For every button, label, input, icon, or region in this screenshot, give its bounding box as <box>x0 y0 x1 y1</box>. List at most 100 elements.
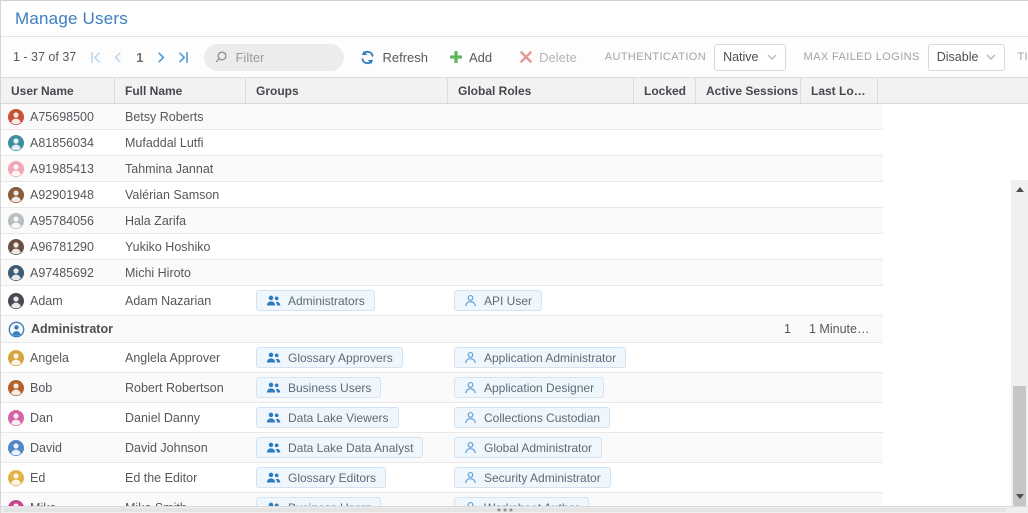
group-badge[interactable]: Business Users <box>256 497 381 506</box>
cell-active-sessions <box>696 433 801 462</box>
badge-label: Business Users <box>288 381 371 395</box>
cell-active-sessions <box>696 260 801 285</box>
manage-users-window: Manage Users 1 - 37 of 37 1 <box>0 0 1028 513</box>
vertical-scrollbar[interactable] <box>1011 180 1028 506</box>
cell-full-name: Ed the Editor <box>115 463 246 492</box>
prev-page-button[interactable] <box>111 51 124 64</box>
cell-active-sessions <box>696 403 801 432</box>
role-person-icon <box>464 471 477 484</box>
role-person-icon <box>464 351 477 364</box>
filter-input[interactable] <box>235 50 335 65</box>
group-badge[interactable]: Business Users <box>256 377 381 398</box>
table-row[interactable]: Administrator11 Minute… <box>1 316 883 343</box>
table-row[interactable]: BobRobert RobertsonBusiness UsersApplica… <box>1 373 883 403</box>
full-name-text: Betsy Roberts <box>125 110 204 124</box>
users-grid: User Name Full Name Groups Global Roles … <box>1 77 1028 513</box>
user-name-text: A91985413 <box>30 162 94 176</box>
group-badge[interactable]: Data Lake Viewers <box>256 407 399 428</box>
column-header-global-roles[interactable]: Global Roles <box>448 78 634 103</box>
column-header-full-name[interactable]: Full Name <box>115 78 246 103</box>
authentication-select[interactable]: Native <box>714 44 785 71</box>
table-row[interactable]: Adam Adam Nazarian Administrators API User <box>1 286 883 316</box>
column-header-active-sessions[interactable]: Active Sessions <box>696 78 801 103</box>
max-failed-logins-select[interactable]: Disable <box>928 44 1006 71</box>
delete-button[interactable]: Delete <box>520 50 577 65</box>
cell-groups <box>246 182 448 207</box>
column-header-last-login[interactable]: Last Lo… <box>801 78 878 103</box>
user-name-text: Adam <box>30 294 63 308</box>
column-header-user-name[interactable]: User Name <box>1 78 115 103</box>
full-name-text: Daniel Danny <box>125 411 200 425</box>
cell-user-name: Administrator <box>1 316 115 342</box>
cell-global-roles <box>448 156 634 181</box>
badge-label: API User <box>484 294 532 308</box>
last-page-button[interactable] <box>177 51 190 64</box>
group-badge[interactable]: Glossary Editors <box>256 467 386 488</box>
scroll-down-button[interactable] <box>1011 489 1028 504</box>
next-page-button[interactable] <box>155 51 168 64</box>
horizontal-scrollbar[interactable] <box>1 506 1028 513</box>
user-name-text: A75698500 <box>30 110 94 124</box>
table-row[interactable]: A75698500 Betsy Roberts <box>1 104 883 130</box>
column-header-filler <box>878 78 1028 103</box>
cell-last-login <box>801 182 878 207</box>
role-badge[interactable]: Collections Custodian <box>454 407 610 428</box>
cell-last-login <box>801 433 878 462</box>
cell-user-name: A91985413 <box>1 156 115 181</box>
full-name-text: Valérian Samson <box>125 188 219 202</box>
user-name-text: Angela <box>30 351 69 365</box>
role-badge[interactable]: Security Administrator <box>454 467 611 488</box>
woman-dark-hair-avatar <box>8 239 24 255</box>
table-row[interactable]: EdEd the Editor Glossary Editors Security … <box>1 463 883 493</box>
table-row[interactable]: A96781290Yukiko Hoshiko <box>1 234 883 260</box>
group-badge[interactable]: Data Lake Data Analyst <box>256 437 423 458</box>
role-badge[interactable]: Global Administrator <box>454 437 602 458</box>
table-row[interactable]: MikeMike SmithBusiness UsersWorksheet Au… <box>1 493 883 506</box>
table-row[interactable]: A97485692Michi Hiroto <box>1 260 883 286</box>
table-row[interactable]: A91985413Tahmina Jannat <box>1 156 883 182</box>
table-row[interactable]: DavidDavid JohnsonData Lake Data Analyst… <box>1 433 883 463</box>
cell-locked <box>634 373 696 402</box>
role-person-icon <box>464 381 477 394</box>
add-button[interactable]: Add <box>450 50 492 65</box>
full-name-text: Anglela Approver <box>125 351 220 365</box>
full-name-text: Yukiko Hoshiko <box>125 240 210 254</box>
role-badge[interactable]: Worksheet Author <box>454 497 589 506</box>
last-page-icon <box>177 51 190 64</box>
plus-icon <box>450 51 462 63</box>
scroll-up-button[interactable] <box>1011 182 1028 197</box>
cell-global-roles: Collections Custodian <box>448 403 634 432</box>
toolbar: 1 - 37 of 37 1 <box>1 37 1028 77</box>
badge-label: Application Designer <box>484 381 594 395</box>
cell-groups: Data Lake Data Analyst <box>246 433 448 462</box>
cell-last-login <box>801 208 878 233</box>
badge-label: Global Administrator <box>484 441 592 455</box>
grid-body: A75698500 Betsy Roberts A81856034Mufaddal … <box>1 104 1011 506</box>
boy-avatar <box>8 440 24 456</box>
role-badge[interactable]: Application Administrator <box>454 347 626 368</box>
group-badge[interactable]: Glossary Approvers <box>256 347 403 368</box>
table-row[interactable]: Angela Anglela Approver Glossary Approvers… <box>1 343 883 373</box>
table-row[interactable]: A92901948Valérian Samson <box>1 182 883 208</box>
cell-active-sessions <box>696 286 801 315</box>
cell-full-name: Yukiko Hoshiko <box>115 234 246 259</box>
first-page-button[interactable] <box>89 51 102 64</box>
column-header-locked[interactable]: Locked <box>634 78 696 103</box>
cell-user-name: Adam <box>1 286 115 315</box>
group-badge[interactable]: Administrators <box>256 290 375 311</box>
user-name-text: David <box>30 441 62 455</box>
cell-full-name <box>115 316 246 342</box>
refresh-button[interactable]: Refresh <box>360 50 428 65</box>
refresh-icon <box>360 50 375 65</box>
cell-full-name: Adam Nazarian <box>115 286 246 315</box>
table-row[interactable]: A95784056Hala Zarifa <box>1 208 883 234</box>
role-badge[interactable]: Application Designer <box>454 377 604 398</box>
table-row[interactable]: DanDaniel DannyData Lake ViewersCollecti… <box>1 403 883 433</box>
column-header-groups[interactable]: Groups <box>246 78 448 103</box>
role-badge[interactable]: API User <box>454 290 542 311</box>
table-row[interactable]: A81856034Mufaddal Lutfi <box>1 130 883 156</box>
cell-user-name: Ed <box>1 463 115 492</box>
cell-full-name: Valérian Samson <box>115 182 246 207</box>
horizontal-scrollbar-thumb[interactable] <box>3 508 1006 512</box>
title-bar: Manage Users <box>1 1 1028 37</box>
